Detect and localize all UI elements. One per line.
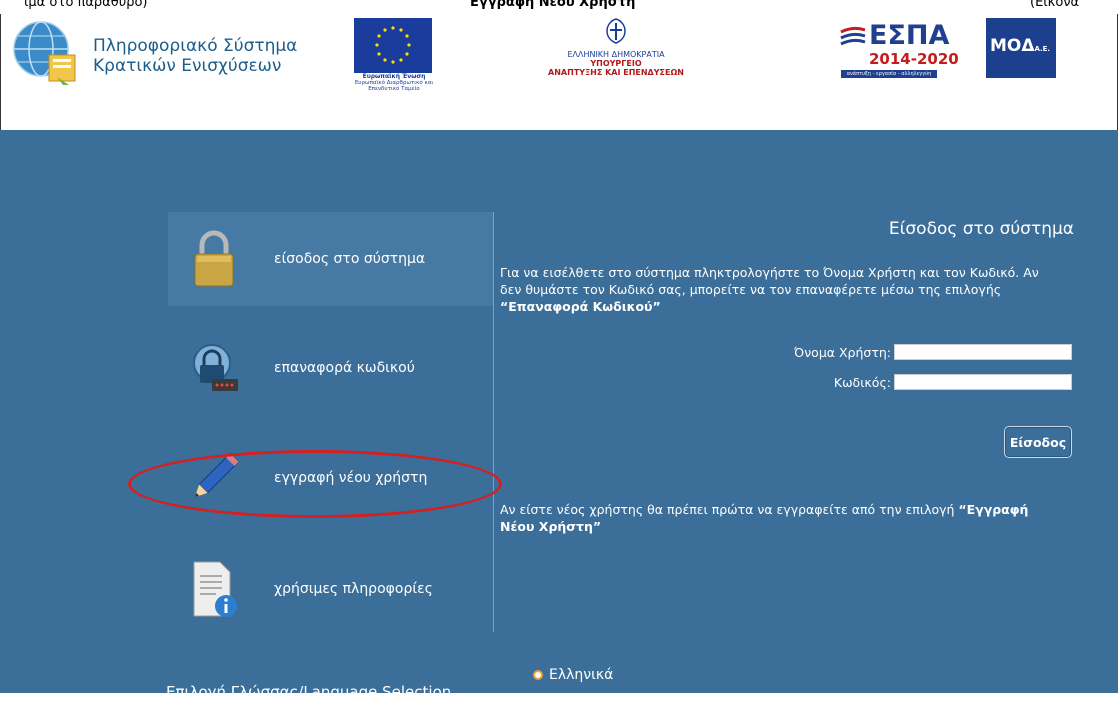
padlock-icon [194,230,234,287]
eu-stars-icon [375,26,411,64]
login-instructions-bold: “Επαναφορά Κωδικού” [500,299,661,314]
moa-suffix: Α.Ε. [1034,45,1051,53]
vertical-divider [493,212,494,632]
username-row: Όνομα Χρήστη: [700,341,1072,363]
main-panel: είσοδος στο σύστημα επαναφορά κωδικού εγ… [0,130,1118,701]
login-instructions: Για να εισέλθετε στο σύστημα πληκτρολογή… [500,264,1060,315]
new-user-text: Αν είστε νέος χρήστης θα πρέπει πρώτα να… [500,502,955,517]
gr-line2: ΥΠΟΥΡΓΕΙΟ [590,59,642,68]
password-input[interactable] [894,374,1072,390]
language-radio[interactable] [533,670,543,680]
moa-title-text: ΜΟΔ [990,36,1035,56]
menu-item-login-label: είσοδος στο σύστημα [274,251,426,267]
eu-caption-sub: Ευρωπαϊκό Διαρθρωτικό και Επενδυτικό Ταμ… [354,80,434,92]
language-option-label: Ελληνικά [549,667,614,683]
username-input[interactable] [894,344,1072,360]
espa-subtitle: ανάπτυξη - εργασία - αλληλεγγύη [841,70,937,78]
espa-swoosh-icon [840,26,866,46]
eu-caption: Ευρωπαϊκή Ένωση Ευρωπαϊκό Διαρθρωτικό κα… [354,74,434,93]
menu-item-reset-password[interactable]: επαναφορά κωδικού [180,333,490,403]
menu-item-login[interactable]: είσοδος στο σύστημα [180,224,490,294]
login-submit-button[interactable]: Είσοδος [1004,426,1072,458]
new-user-note: Αν είστε νέος χρήστης θα πρέπει πρώτα να… [500,501,1060,535]
highlight-annotation-oval [128,450,502,518]
menu-item-reset-label: επαναφορά κωδικού [274,360,415,376]
gr-line1: ΕΛΛΗΝΙΚΗ ΔΗΜΟΚΡΑΤΙΑ [567,50,665,59]
moa-title: ΜΟΔΑ.Ε. [990,36,1050,56]
menu-item-info-label: χρήσιμες πληροφορίες [274,581,433,597]
caption-bold: Εγγραφή Νέου Χρήστη [470,0,636,10]
info-document-icon [193,561,237,617]
language-selection-label: Επιλογή Γλώσσας/Language Selection [166,683,452,701]
lock-reset-icon [193,344,238,391]
document-caption: ιμα στο παράθυρο) Εγγραφή Νέου Χρήστη (Ε… [0,0,1118,14]
espa-title: ΕΣΠΑ [869,20,950,51]
espa-years: 2014-2020 [869,50,959,68]
password-row: Κωδικός: [700,371,1072,393]
language-option-greek[interactable]: Ελληνικά [533,667,613,683]
login-panel-title: Είσοδος στο σύστημα [888,219,1074,239]
eu-flag-logo [354,18,432,73]
password-label: Κωδικός: [833,374,891,390]
system-title-line1: Πληροφοριακό Σύστημα [93,36,298,56]
caption-right: (Εικόνα [1030,0,1080,10]
globe-logo-icon [13,21,76,85]
greek-emblem-icon [606,18,626,44]
site-header: Πληροφοριακό Σύστημα Κρατικών Ενισχύσεων… [0,14,1118,130]
login-instructions-text: Για να εισέλθετε στο σύστημα πληκτρολογή… [500,265,1039,297]
ministry-text: ΕΛΛΗΝΙΚΗ ΔΗΜΟΚΡΑΤΙΑ ΥΠΟΥΡΓΕΙΟ ΑΝΑΠΤΥΞΗΣ … [546,50,686,77]
caption-left: ιμα στο παράθυρο) [24,0,148,10]
system-title-line2: Κρατικών Ενισχύσεων [93,56,282,76]
menu-item-info[interactable]: χρήσιμες πληροφορίες [180,554,490,624]
system-title: Πληροφοριακό Σύστημα Κρατικών Ενισχύσεων [93,36,297,76]
gr-line3: ΑΝΑΠΤΥΞΗΣ ΚΑΙ ΕΠΕΝΔΥΣΕΩΝ [548,68,684,77]
username-label: Όνομα Χρήστη: [794,344,891,360]
